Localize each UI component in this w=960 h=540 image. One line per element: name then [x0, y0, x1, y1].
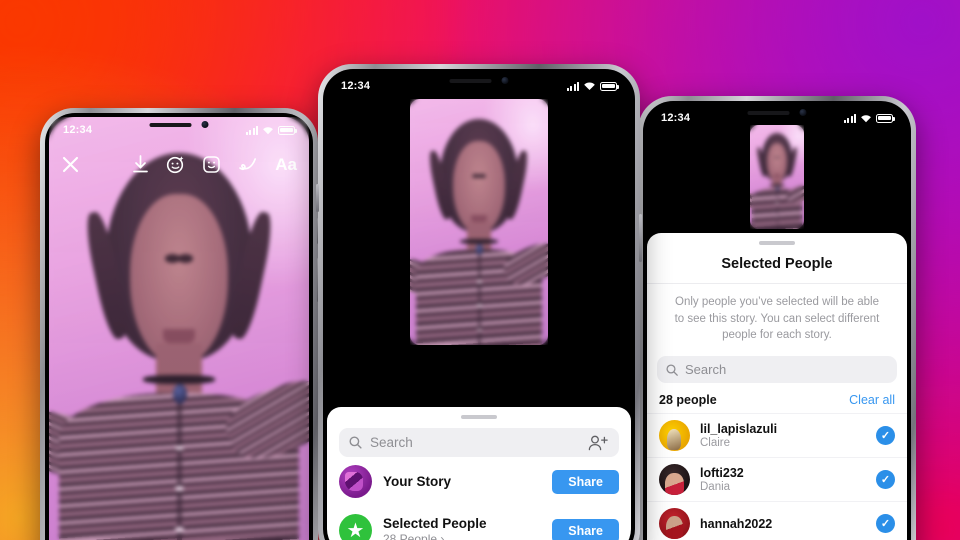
row-title: Your Story — [383, 474, 452, 489]
clock: 12:34 — [63, 124, 93, 136]
phone-inner: 12:34 Selected People Only people you’ve… — [643, 101, 911, 540]
share-button[interactable]: Share — [552, 518, 619, 540]
share-row-your-story[interactable]: Your Story Share — [327, 457, 631, 506]
selected-people-sheet: Selected People Only people you’ve selec… — [647, 233, 907, 540]
person-username: hannah2022 — [700, 516, 773, 531]
person-add-icon[interactable] — [588, 435, 609, 451]
person-row[interactable]: lil_lapislazuli Claire ✓ — [647, 413, 907, 457]
search-input[interactable]: Search — [339, 428, 619, 457]
power-button[interactable] — [639, 214, 642, 262]
right-phone: 12:34 Selected People Only people you’ve… — [636, 96, 916, 540]
share-row-selected-people[interactable]: ★ Selected People 28 People › Share — [327, 506, 631, 540]
selected-count-row: 28 people Clear all — [647, 383, 907, 413]
search-input[interactable]: Search — [657, 356, 897, 384]
draw-squiggle-icon[interactable] — [238, 156, 258, 172]
person-fullname: Dania — [700, 481, 731, 494]
clear-all-button[interactable]: Clear all — [849, 393, 895, 407]
share-sheet: Search Your Story Share ★ Selected Peopl… — [327, 407, 631, 540]
green-star-icon: ★ — [339, 514, 372, 540]
notch — [747, 109, 807, 116]
avatar — [339, 465, 372, 498]
story-thumbnail[interactable] — [750, 125, 804, 229]
person-username: lofti232 — [700, 466, 744, 481]
signal-bars-icon — [245, 125, 258, 135]
sheet-title: Selected People — [647, 245, 907, 284]
search-placeholder: Search — [685, 362, 727, 378]
notch — [149, 121, 209, 128]
checkmark-icon[interactable]: ✓ — [876, 426, 895, 446]
person-row[interactable]: hannah2022 ✓ — [647, 501, 907, 540]
checkmark-icon[interactable]: ✓ — [876, 470, 895, 490]
selected-count: 28 people — [659, 393, 717, 408]
wifi-icon — [262, 126, 274, 135]
wifi-icon — [860, 114, 872, 123]
wifi-icon — [583, 81, 596, 91]
phone-inner: 12:34 Search Your Story Share ★ Selected… — [323, 69, 635, 540]
row-title: Selected People — [383, 515, 487, 531]
person-row[interactable]: lofti232 Dania ✓ — [647, 457, 907, 501]
story-preview[interactable] — [410, 99, 548, 345]
middle-screen: 12:34 Search Your Story Share ★ Selected… — [327, 73, 631, 540]
text-tool[interactable]: Aa — [275, 156, 297, 173]
middle-phone: 12:34 Search Your Story Share ★ Selected… — [316, 64, 642, 540]
row-subtitle: 28 People › — [383, 531, 445, 540]
battery-icon — [876, 113, 895, 123]
close-icon[interactable] — [61, 155, 80, 174]
search-icon — [666, 363, 678, 376]
sticker-icon[interactable] — [202, 155, 221, 174]
avatar — [659, 508, 690, 540]
clock: 12:34 — [341, 80, 371, 92]
avatar — [659, 464, 690, 496]
battery-icon — [600, 81, 619, 91]
sheet-grabber[interactable] — [461, 415, 497, 419]
phone-inner: 12:34 Aa — [45, 113, 313, 540]
search-placeholder: Search — [370, 435, 413, 450]
checkmark-icon[interactable]: ✓ — [876, 514, 895, 534]
person-fullname: Claire — [700, 437, 731, 450]
battery-icon — [278, 125, 297, 135]
volume-button[interactable] — [316, 184, 319, 212]
person-username: lil_lapislazuli — [700, 422, 778, 437]
effects-face-icon[interactable] — [166, 155, 185, 174]
signal-bars-icon — [566, 81, 579, 91]
avatar — [659, 420, 690, 452]
download-icon[interactable] — [132, 155, 149, 173]
clock: 12:34 — [661, 112, 691, 124]
notch — [449, 77, 509, 84]
share-button[interactable]: Share — [552, 469, 619, 494]
search-icon — [349, 436, 362, 449]
signal-bars-icon — [843, 113, 856, 123]
right-screen: 12:34 Selected People Only people you’ve… — [647, 105, 907, 540]
left-phone: 12:34 Aa — [40, 108, 320, 540]
sheet-description: Only people you’ve selected will be able… — [674, 296, 880, 342]
story-editor-toolbar: Aa — [49, 143, 309, 185]
left-screen: 12:34 Aa — [49, 117, 309, 540]
